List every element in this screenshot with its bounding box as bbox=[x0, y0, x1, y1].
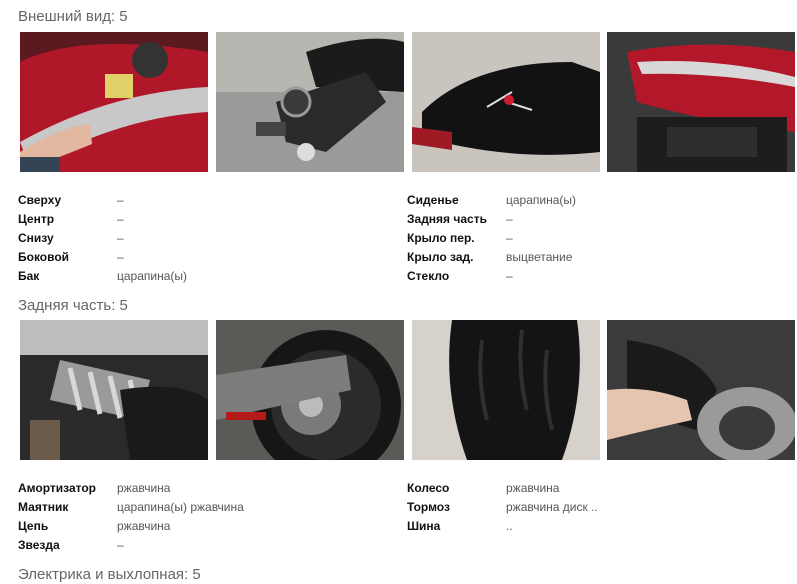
spec-label: Бак bbox=[18, 268, 40, 283]
photo-rear-wheel[interactable] bbox=[216, 320, 404, 460]
spec-row: Задняя часть – bbox=[407, 209, 576, 228]
section-title-rear: Задняя часть: 5 bbox=[18, 297, 128, 314]
spec-label: Крыло пер. bbox=[407, 230, 475, 245]
rear-tail-photo-icon bbox=[216, 32, 404, 172]
spec-label: Боковой bbox=[18, 249, 70, 264]
spec-value: – bbox=[506, 211, 513, 226]
spec-row: Шина.. bbox=[407, 516, 598, 535]
spec-row: Крыло зад. выцветание bbox=[407, 247, 576, 266]
spec-value: ржавчина диск .. bbox=[506, 499, 598, 514]
spec-value: – bbox=[506, 268, 513, 283]
spec-value: – bbox=[506, 230, 513, 245]
spec-label: Центр bbox=[18, 211, 55, 226]
spec-label: Амортизатор bbox=[18, 480, 96, 495]
spec-row: Колесо ржавчина bbox=[407, 478, 598, 497]
photo-seat[interactable] bbox=[412, 32, 600, 172]
spec-value: царапина(ы) ржавчина bbox=[117, 499, 244, 514]
shock-absorber-photo-icon bbox=[20, 320, 208, 460]
spec-value: – bbox=[117, 249, 124, 264]
spec-value: – bbox=[117, 537, 124, 552]
spec-value: .. bbox=[506, 518, 513, 533]
specs-rear-right: Колесо ржавчина Тормоз ржавчина диск .. Ши… bbox=[407, 478, 598, 535]
spec-label: Стекло bbox=[407, 268, 450, 283]
photo-shock-absorber[interactable] bbox=[20, 320, 208, 460]
spec-row: Крыло пер. – bbox=[407, 228, 576, 247]
spec-label: Цепь bbox=[18, 518, 49, 533]
photo-rear-tail[interactable] bbox=[216, 32, 404, 172]
spec-row: Боковой – bbox=[18, 247, 187, 266]
spec-label: Сиденье bbox=[407, 192, 459, 207]
section-title-electrics-exhaust: Электрика и выхлопная: 5 bbox=[18, 566, 201, 583]
specs-appearance-right: Сиденье царапина(ы) Задняя часть – Крыло п… bbox=[407, 190, 576, 285]
spec-row: Тормоз ржавчина диск .. bbox=[407, 497, 598, 516]
spec-row: Цепь ржавчина bbox=[18, 516, 244, 535]
specs-appearance-left: Сверху – Центр – Снизу – Боковой – Бак царапи… bbox=[18, 190, 187, 285]
spec-row: Звезда – bbox=[18, 535, 244, 554]
spec-label: Шина bbox=[407, 518, 441, 533]
fuel-tank-photo-icon bbox=[20, 32, 208, 172]
spec-row: Снизу – bbox=[18, 228, 187, 247]
spec-row: Сиденье царапина(ы) bbox=[407, 190, 576, 209]
photo-tank-side[interactable] bbox=[607, 32, 795, 172]
spec-value: – bbox=[117, 230, 124, 245]
spec-label: Снизу bbox=[18, 230, 54, 245]
spec-label: Крыло зад. bbox=[407, 249, 474, 264]
spec-row: Стекло – bbox=[407, 266, 576, 285]
spec-row: Маятник царапина(ы) ржавчина bbox=[18, 497, 244, 516]
spec-row: Амортизатор ржавчина bbox=[18, 478, 244, 497]
exhaust-photo-icon bbox=[607, 320, 795, 460]
photo-tire[interactable] bbox=[412, 320, 600, 460]
spec-label: Сверху bbox=[18, 192, 62, 207]
spec-label: Маятник bbox=[18, 499, 69, 514]
tank-side-photo-icon bbox=[607, 32, 795, 172]
tire-photo-icon bbox=[412, 320, 600, 460]
spec-value: – bbox=[117, 192, 124, 207]
spec-label: Тормоз bbox=[407, 499, 450, 514]
specs-rear-left: Амортизатор ржавчина Маятник царапина(ы) р… bbox=[18, 478, 244, 554]
section-title-appearance: Внешний вид: 5 bbox=[18, 8, 128, 25]
photo-exhaust[interactable] bbox=[607, 320, 795, 460]
spec-value: выцветание bbox=[506, 249, 573, 264]
photo-fuel-tank[interactable] bbox=[20, 32, 208, 172]
spec-value: ржавчина bbox=[117, 518, 171, 533]
spec-label: Звезда bbox=[18, 537, 60, 552]
spec-label: Задняя часть bbox=[407, 211, 487, 226]
spec-value: ржавчина bbox=[117, 480, 171, 495]
spec-value: ржавчина bbox=[506, 480, 560, 495]
spec-row: Сверху – bbox=[18, 190, 187, 209]
spec-label: Колесо bbox=[407, 480, 450, 495]
spec-value: царапина(ы) bbox=[506, 192, 577, 207]
spec-value: – bbox=[117, 211, 124, 226]
spec-value: царапина(ы) bbox=[117, 268, 188, 283]
seat-photo-icon bbox=[412, 32, 600, 172]
spec-row: Бак царапина(ы) bbox=[18, 266, 187, 285]
spec-row: Центр – bbox=[18, 209, 187, 228]
rear-wheel-photo-icon bbox=[216, 320, 404, 460]
